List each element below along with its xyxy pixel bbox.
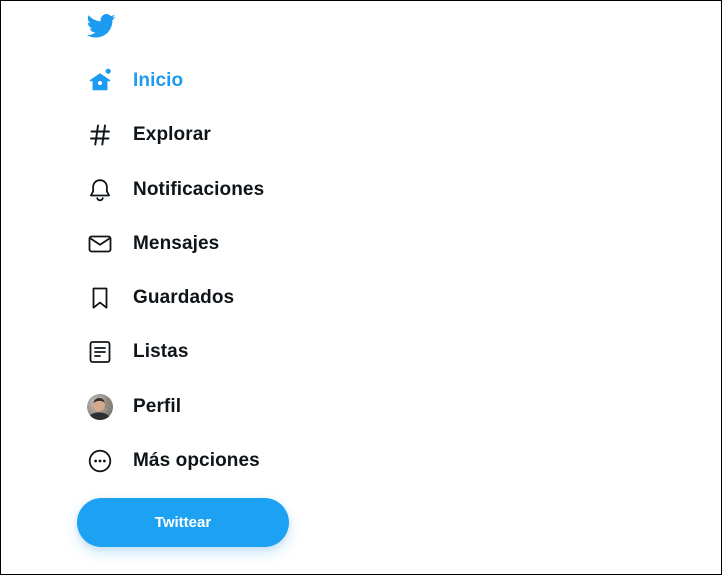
nav-label-inicio: Inicio [133,70,184,91]
nav-item-notificaciones[interactable]: Notificaciones [77,167,278,213]
nav-label-mas-opciones: Más opciones [133,450,260,471]
app-window: Inicio Explorar Notificaciones Mensajes … [0,0,722,575]
twitter-bird-icon[interactable] [86,14,116,38]
nav-label-listas: Listas [133,341,189,362]
nav-label-perfil: Perfil [133,396,182,417]
nav-item-mensajes[interactable]: Mensajes [77,221,233,267]
bell-icon [87,177,113,203]
nav-label-guardados: Guardados [133,287,235,308]
tweet-button[interactable]: Twittear [77,498,289,547]
nav-item-perfil[interactable]: Perfil [77,384,195,430]
nav-item-mas-opciones[interactable]: Más opciones [77,438,274,484]
envelope-icon [87,231,113,257]
nav-item-guardados[interactable]: Guardados [77,275,248,321]
hashtag-icon [87,122,113,148]
nav-item-inicio[interactable]: Inicio [77,58,197,104]
list-icon [87,339,113,365]
home-icon [87,68,113,94]
nav-label-notificaciones: Notificaciones [133,179,265,200]
nav-label-explorar: Explorar [133,124,211,145]
more-options-icon [87,448,113,474]
nav-item-explorar[interactable]: Explorar [77,112,225,158]
nav-item-listas[interactable]: Listas [77,329,203,375]
bookmark-icon [87,285,113,311]
nav-label-mensajes: Mensajes [133,233,220,254]
avatar [87,394,113,420]
